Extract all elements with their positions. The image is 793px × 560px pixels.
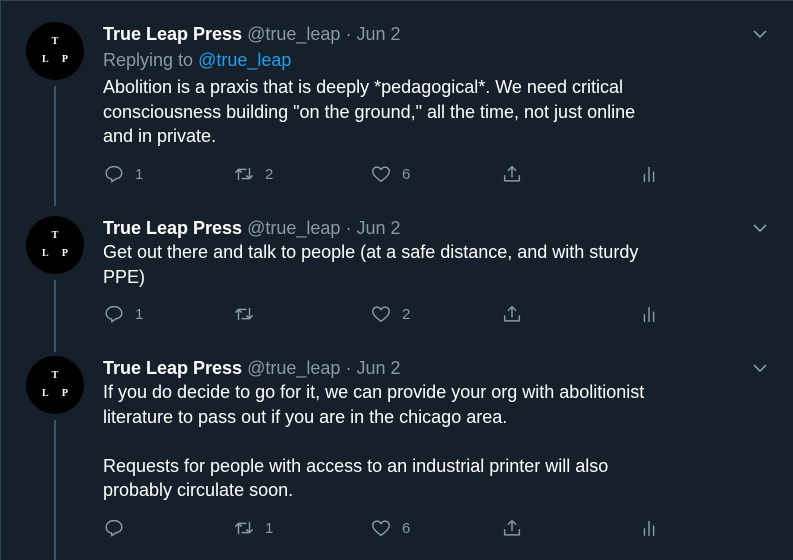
tweet-text: Get out there and talk to people (at a s… (103, 242, 639, 287)
like-count: 2 (402, 305, 411, 323)
tweet-header: True Leap Press @true_leap · Jun 2 (103, 356, 401, 380)
share-icon (503, 305, 521, 322)
tweet-2[interactable]: T L P True Leap Press @true_leap · Jun 2… (0, 216, 793, 352)
chevron-down-icon[interactable] (752, 360, 768, 376)
reply-icon (105, 519, 123, 537)
tweet-1[interactable]: T L P True Leap Press @true_leap · Jun 2… (0, 22, 793, 206)
tweet-header: True Leap Press @true_leap · Jun 2 (103, 216, 401, 240)
tweet-date[interactable]: Jun 2 (356, 358, 400, 378)
retweet-button[interactable]: 2 (233, 162, 273, 186)
analytics-button[interactable] (638, 302, 660, 326)
share-button[interactable] (501, 302, 523, 326)
tweet-header: True Leap Press @true_leap · Jun 2 (103, 22, 401, 46)
top-divider (0, 0, 793, 1)
reply-button[interactable]: 1 (103, 302, 143, 326)
retweet-count: 1 (265, 519, 274, 537)
reply-icon (105, 165, 123, 183)
thread-line (54, 280, 56, 352)
like-button[interactable]: 6 (370, 516, 410, 540)
avatar[interactable]: T L P (26, 216, 84, 274)
separator: · (345, 358, 352, 378)
analytics-icon (643, 306, 655, 323)
share-icon (503, 519, 521, 536)
reply-count: 1 (135, 165, 144, 183)
author-name[interactable]: True Leap Press (103, 24, 242, 44)
like-count: 6 (402, 165, 411, 183)
analytics-icon (643, 520, 655, 537)
share-button[interactable] (501, 516, 523, 540)
like-count: 6 (402, 519, 411, 537)
author-name[interactable]: True Leap Press (103, 358, 242, 378)
separator: · (345, 218, 352, 238)
retweet-count: 2 (265, 165, 274, 183)
share-button[interactable] (501, 162, 523, 186)
like-icon (372, 306, 390, 323)
author-handle[interactable]: @true_leap (247, 358, 340, 378)
reply-icon (105, 305, 123, 323)
retweet-button[interactable] (233, 302, 265, 326)
like-icon (372, 520, 390, 537)
chevron-down-icon[interactable] (752, 220, 768, 236)
thread-line (54, 86, 56, 206)
reply-button[interactable]: 1 (103, 162, 143, 186)
analytics-button[interactable] (638, 516, 660, 540)
analytics-button[interactable] (638, 162, 660, 186)
tweet-date[interactable]: Jun 2 (356, 218, 400, 238)
analytics-icon (643, 166, 655, 183)
reply-count: 1 (135, 305, 144, 323)
thread-line (54, 420, 56, 560)
avatar[interactable]: T L P (26, 22, 84, 80)
like-icon (372, 166, 390, 183)
share-icon (503, 165, 521, 182)
tweet-3[interactable]: T L P True Leap Press @true_leap · Jun 2… (0, 356, 793, 560)
avatar[interactable]: T L P (26, 356, 84, 414)
author-handle[interactable]: @true_leap (247, 24, 340, 44)
separator: · (345, 24, 352, 44)
tweet-text: If you do decide to go for it, we can pr… (103, 382, 645, 500)
like-button[interactable]: 6 (370, 162, 410, 186)
retweet-icon (235, 167, 253, 181)
author-name[interactable]: True Leap Press (103, 218, 242, 238)
reply-button[interactable] (103, 516, 135, 540)
replying-to: Replying to @true_leap (103, 50, 292, 70)
retweet-button[interactable]: 1 (233, 516, 273, 540)
tweet-text: Abolition is a praxis that is deeply *pe… (103, 77, 636, 146)
retweet-icon (235, 307, 253, 321)
retweet-icon (235, 521, 253, 535)
chevron-down-icon[interactable] (752, 26, 768, 42)
mention-link[interactable]: @true_leap (198, 50, 291, 70)
like-button[interactable]: 2 (370, 302, 410, 326)
tweet-date[interactable]: Jun 2 (356, 24, 400, 44)
author-handle[interactable]: @true_leap (247, 218, 340, 238)
